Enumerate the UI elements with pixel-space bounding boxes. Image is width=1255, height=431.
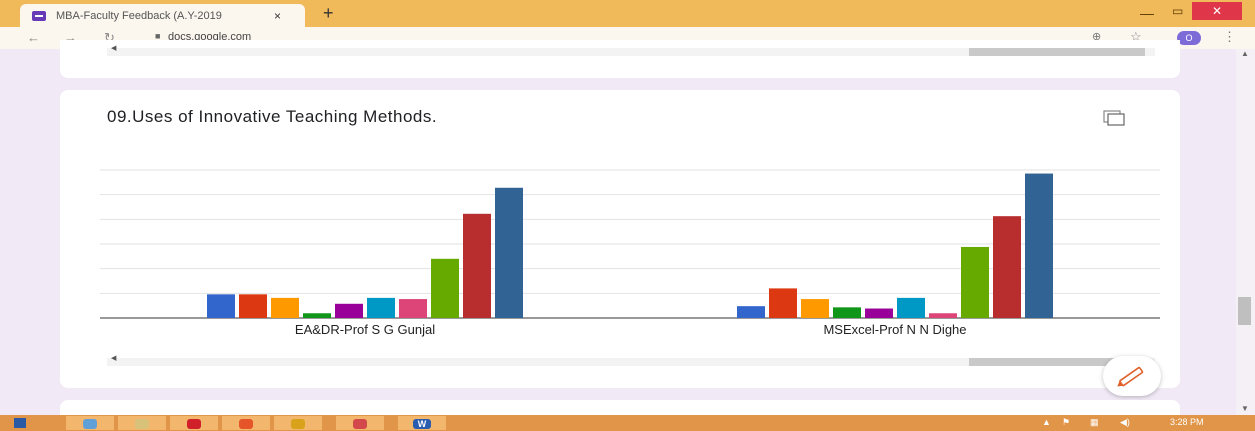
pencil-icon xyxy=(1117,366,1144,387)
copy-icon[interactable] xyxy=(1103,110,1125,126)
close-window-button[interactable]: ✕ xyxy=(1192,2,1242,20)
back-icon[interactable]: ← xyxy=(27,30,40,45)
bar xyxy=(271,297,299,318)
bar-chart: EA&DR-Prof S G Gunjal MSExcel-Prof N N Di… xyxy=(100,169,1160,337)
bar xyxy=(929,313,957,318)
horizontal-scrollbar[interactable]: ◀ xyxy=(107,45,1155,56)
bar xyxy=(463,213,491,318)
word-icon: W xyxy=(413,419,431,429)
maximize-button[interactable]: ▭ xyxy=(1172,4,1183,18)
taskbar-media[interactable] xyxy=(336,416,384,430)
bar xyxy=(495,187,523,318)
previous-question-card: ◀ xyxy=(60,40,1180,78)
tray-arrow-icon[interactable]: ▲ xyxy=(1042,417,1051,427)
taskbar-chrome[interactable] xyxy=(274,416,322,430)
bar xyxy=(769,288,797,318)
category-label: MSExcel-Prof N N Dighe xyxy=(823,322,966,337)
firefox-icon xyxy=(239,419,253,429)
minimize-button[interactable]: — xyxy=(1140,5,1154,21)
bar xyxy=(993,216,1021,318)
folder-icon xyxy=(135,419,149,429)
chrome-icon xyxy=(291,419,305,429)
clock: 3:28 PM xyxy=(1170,417,1204,427)
tray-flag-icon[interactable]: ⚑ xyxy=(1062,417,1070,428)
ie-icon xyxy=(83,419,97,429)
scroll-up-icon[interactable]: ▲ xyxy=(1241,49,1249,58)
opera-icon xyxy=(187,419,201,429)
taskbar-word[interactable]: W xyxy=(398,416,446,430)
tab-close-icon[interactable]: × xyxy=(274,9,281,23)
scrollbar-thumb[interactable] xyxy=(969,48,1145,56)
bar xyxy=(737,306,765,318)
browser-tab[interactable]: MBA-Faculty Feedback (A.Y-2019 × xyxy=(20,4,305,27)
bar xyxy=(303,313,331,318)
chart-horizontal-scrollbar[interactable]: ◀ xyxy=(107,355,1155,366)
bar xyxy=(801,299,829,318)
volume-icon[interactable]: ◀) xyxy=(1120,417,1130,428)
page-scrollbar-thumb[interactable] xyxy=(1238,297,1251,325)
bar xyxy=(897,297,925,318)
browser-tab-strip: MBA-Faculty Feedback (A.Y-2019 × + — ▭ ✕ xyxy=(0,0,1255,27)
bar xyxy=(961,246,989,318)
bar xyxy=(833,307,861,318)
tab-title: MBA-Faculty Feedback (A.Y-2019 xyxy=(56,9,222,22)
taskbar-firefox[interactable] xyxy=(222,416,270,430)
scroll-left-icon[interactable]: ◀ xyxy=(111,44,116,52)
question-title: 09.Uses of Innovative Teaching Methods. xyxy=(107,107,438,126)
media-player-icon xyxy=(353,419,367,429)
bar xyxy=(367,297,395,318)
google-forms-icon xyxy=(32,10,46,21)
profile-avatar[interactable]: O xyxy=(1177,31,1201,45)
windows-start-icon[interactable] xyxy=(14,418,26,428)
taskbar: W ▲ ⚑ ▦ ◀) 3:28 PM xyxy=(0,415,1255,431)
bar xyxy=(335,303,363,318)
taskbar-opera[interactable] xyxy=(170,416,218,430)
bar xyxy=(207,294,235,318)
question-card: 09.Uses of Innovative Teaching Methods. … xyxy=(60,90,1180,388)
bar xyxy=(431,258,459,318)
scroll-down-icon[interactable]: ▼ xyxy=(1241,404,1249,413)
bar xyxy=(399,299,427,318)
scroll-left-icon[interactable]: ◀ xyxy=(111,354,116,362)
taskbar-explorer[interactable] xyxy=(66,416,114,430)
bar xyxy=(1025,173,1053,318)
bar xyxy=(239,294,267,318)
bar xyxy=(865,308,893,318)
edit-button[interactable] xyxy=(1103,356,1161,396)
page-vertical-scrollbar[interactable]: ▲ ▼ xyxy=(1236,49,1255,415)
network-icon[interactable]: ▦ xyxy=(1090,417,1099,428)
category-label: EA&DR-Prof S G Gunjal xyxy=(295,322,435,337)
new-tab-button[interactable]: + xyxy=(323,3,334,24)
menu-icon[interactable]: ⋮ xyxy=(1223,29,1236,45)
taskbar-files[interactable] xyxy=(118,416,166,430)
